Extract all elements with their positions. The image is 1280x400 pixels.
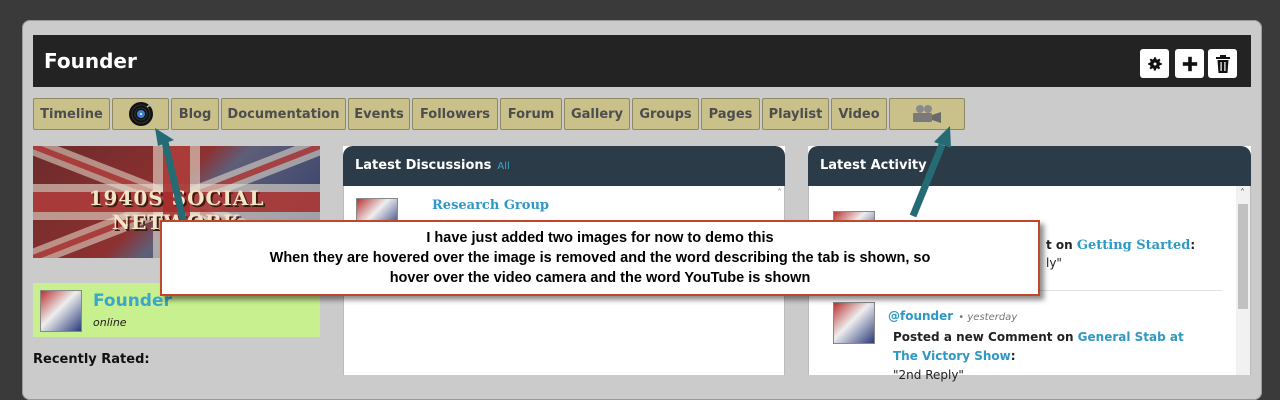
scrollbar[interactable]: ˄ (1236, 186, 1250, 375)
panel-header: Latest Discussions All (343, 146, 785, 186)
tab-video[interactable]: Video (831, 98, 887, 130)
profile-header: Founder (33, 35, 1251, 87)
activity-text: Posted a new Comment on General Stab at … (893, 330, 1184, 363)
callout-line: I have just added two images for now to … (426, 230, 774, 246)
add-button[interactable] (1175, 49, 1204, 78)
tab-followers[interactable]: Followers (412, 98, 498, 130)
profile-status: online (93, 316, 127, 329)
tab-events[interactable]: Events (348, 98, 410, 130)
activity-meta: @founder • yesterday (888, 305, 1017, 324)
trash-icon (1215, 54, 1230, 73)
discussion-title-link[interactable]: Research Group (432, 198, 549, 213)
avatar[interactable] (40, 290, 82, 332)
panel-header: Latest Activity (808, 146, 1251, 186)
tab-documentation[interactable]: Documentation (221, 98, 346, 130)
callout-line: hover over the video camera and the word… (389, 270, 811, 286)
annotation-callout: I have just added two images for now to … (160, 220, 1040, 296)
page-title: Founder (44, 49, 137, 73)
recently-rated-heading: Recently Rated: (33, 352, 150, 367)
activity-link[interactable]: Getting Started (1077, 238, 1190, 253)
panel-title: Latest Activity (820, 158, 927, 173)
tab-youtube[interactable] (889, 98, 965, 130)
tab-timeline[interactable]: Timeline (33, 98, 110, 130)
scroll-up-arrow[interactable]: ˄ (777, 188, 782, 199)
tab-blog[interactable]: Blog (171, 98, 219, 130)
tab-groups[interactable]: Groups (632, 98, 699, 130)
gear-icon (1147, 56, 1162, 71)
scroll-up-arrow[interactable]: ˄ (1240, 188, 1245, 199)
activity-reply: "2nd Reply" (893, 368, 964, 382)
tab-music[interactable] (112, 98, 169, 130)
activity-text: t on Getting Started: (1046, 238, 1196, 253)
activity-user-link[interactable]: @founder (888, 309, 953, 323)
tab-forum[interactable]: Forum (500, 98, 562, 130)
tab-pages[interactable]: Pages (701, 98, 760, 130)
settings-button[interactable] (1140, 49, 1169, 78)
callout-line: When they are hovered over the image is … (269, 250, 931, 266)
plus-icon (1182, 56, 1197, 71)
activity-time: • yesterday (958, 312, 1018, 323)
scrollbar-thumb[interactable] (1238, 204, 1248, 309)
video-camera-icon (913, 105, 941, 123)
delete-button[interactable] (1208, 49, 1237, 78)
activity-reply: ly" (1046, 256, 1062, 270)
all-link[interactable]: All (497, 161, 509, 172)
tab-gallery[interactable]: Gallery (564, 98, 630, 130)
activity-avatar[interactable] (833, 302, 875, 344)
vinyl-record-icon (128, 102, 153, 126)
panel-title: Latest Discussions (355, 158, 492, 173)
tab-playlist[interactable]: Playlist (762, 98, 829, 130)
